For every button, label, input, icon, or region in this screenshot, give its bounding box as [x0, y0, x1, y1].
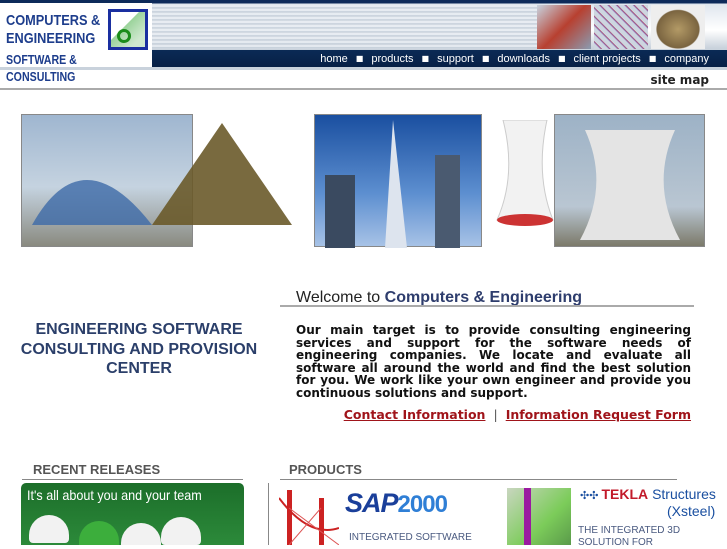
- company-name: Computers & Engineering: [384, 289, 582, 306]
- nav-support[interactable]: support: [437, 53, 474, 65]
- logo-line3: SOFTWARE & CONSULTING: [6, 53, 77, 84]
- logo-line1: COMPUTERS &: [6, 12, 101, 29]
- nav-separator: ■: [557, 54, 566, 63]
- hard-hat-icon: [161, 517, 201, 545]
- divider: [0, 88, 727, 90]
- divider: [280, 305, 694, 307]
- hard-hat-icon: [29, 515, 69, 543]
- steel-column-graphic: [524, 488, 531, 545]
- divider: [22, 479, 243, 480]
- nav-products[interactable]: products: [371, 53, 413, 65]
- hard-hat-icon: [121, 523, 161, 545]
- tagline: ENGINEERING SOFTWARE CONSULTING AND PROV…: [20, 321, 258, 377]
- cooling-tower-render: [495, 119, 555, 230]
- column-divider: [268, 483, 269, 545]
- sap2000-bridge-image[interactable]: [278, 488, 340, 546]
- logo[interactable]: COMPUTERS & ENGINEERING SOFTWARE & CONSU…: [0, 3, 152, 84]
- banner-text: It's all about you and your team: [27, 487, 202, 503]
- nav-separator: ■: [481, 54, 490, 63]
- nav-downloads[interactable]: downloads: [497, 53, 550, 65]
- header-thumbnails: [537, 5, 705, 49]
- contact-information-link[interactable]: Contact Information: [344, 407, 486, 422]
- nav-separator: ■: [355, 54, 364, 63]
- header-graphic: [152, 5, 537, 49]
- tekla-steel-image[interactable]: [507, 488, 571, 545]
- site-map-link[interactable]: site map: [651, 73, 710, 87]
- nav-client-projects[interactable]: client projects: [574, 53, 641, 65]
- nav-company[interactable]: company: [664, 53, 709, 65]
- recent-releases-heading: RECENT RELEASES: [33, 462, 161, 477]
- tekla-description: THE INTEGRATED 3D SOLUTION FOR: [578, 525, 681, 548]
- sap2000-logo[interactable]: SAP2000: [345, 488, 448, 519]
- nav-home[interactable]: home: [320, 53, 348, 65]
- hard-hat-icon: [79, 521, 119, 545]
- cooling-tower-image: [554, 114, 705, 247]
- cooling-tower-icon: [580, 130, 680, 240]
- products-heading: PRODUCTS: [289, 462, 362, 477]
- intro-paragraph: Our main target is to provide consulting…: [296, 323, 691, 400]
- logo-line2: ENGINEERING: [6, 30, 96, 47]
- information-request-form-link[interactable]: Information Request Form: [506, 407, 691, 422]
- skyscraper-image: [314, 114, 482, 248]
- frame-thumbnail: [594, 5, 648, 49]
- bridge-thumbnail: [537, 5, 591, 49]
- tekla-logo[interactable]: ✣✣ TEKLA Structures: [580, 486, 716, 502]
- welcome-prefix: Welcome to: [296, 289, 381, 306]
- contact-links: Contact Information | Information Request …: [296, 407, 691, 422]
- recent-release-banner[interactable]: It's all about you and your team: [21, 483, 244, 545]
- logo-emblem-icon: [108, 9, 148, 50]
- sap2000-description: INTEGRATED SOFTWARE: [349, 532, 472, 543]
- dome-render-icon: [32, 123, 292, 225]
- tekla-subtitle: (Xsteel): [667, 503, 716, 519]
- divider: [280, 479, 677, 480]
- dome-thumbnail: [651, 5, 705, 49]
- link-separator: |: [493, 407, 498, 422]
- nav-separator: ■: [648, 54, 657, 63]
- roof-structure-image: [21, 114, 292, 247]
- main-nav: home ■ products ■ support ■ downloads ■ clie…: [152, 50, 727, 67]
- tekla-mark-icon: ✣✣: [580, 490, 602, 502]
- tower-render-icon: [325, 120, 460, 248]
- nav-separator: ■: [421, 54, 430, 63]
